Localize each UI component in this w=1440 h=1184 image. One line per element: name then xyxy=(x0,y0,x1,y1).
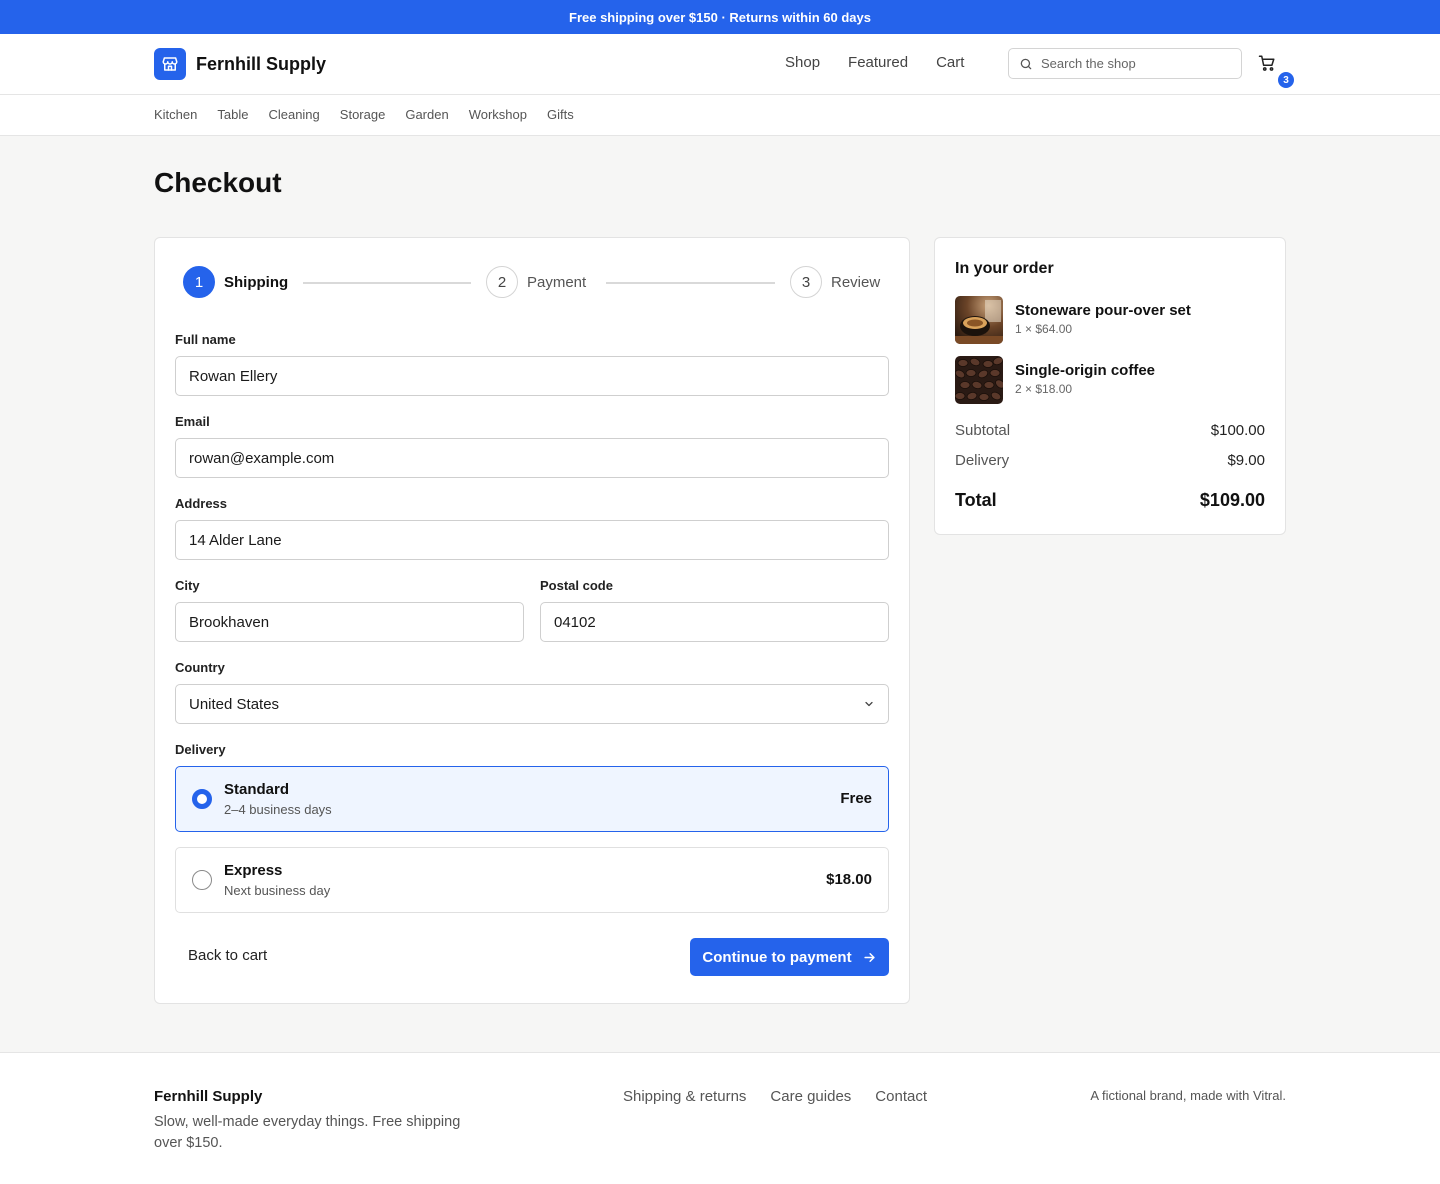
footer-note: A fictional brand, made with Vitral. xyxy=(1090,1088,1286,1103)
category-gifts[interactable]: Gifts xyxy=(547,107,574,122)
continue-to-payment-button[interactable]: Continue to payment xyxy=(690,938,889,976)
total-label: Total xyxy=(955,490,997,510)
stepper-connector xyxy=(303,282,471,284)
country-value: United States xyxy=(189,695,280,713)
category-table[interactable]: Table xyxy=(217,107,248,122)
site-header: Fernhill Supply Shop Featured Cart 3 xyxy=(0,34,1440,95)
delivery-cost-value: $9.00 xyxy=(1227,452,1265,469)
search-icon xyxy=(1020,58,1032,69)
delivery-cost-label: Delivery xyxy=(955,452,1010,469)
step-number: 2 xyxy=(486,266,518,298)
product-thumbnail xyxy=(955,296,1003,344)
site-footer: Fernhill Supply Slow, well-made everyday… xyxy=(0,1052,1440,1184)
postal-code-input[interactable] xyxy=(554,613,875,631)
footer-link-contact[interactable]: Contact xyxy=(875,1088,927,1105)
category-storage[interactable]: Storage xyxy=(340,107,386,122)
step-label: Review xyxy=(831,273,881,291)
checkout-stepper: 1 Shipping 2 Payment 3 Review xyxy=(183,266,883,298)
total-value: $109.00 xyxy=(1199,490,1265,510)
brand-link[interactable]: Fernhill Supply xyxy=(154,48,326,80)
city-input[interactable] xyxy=(189,613,510,631)
product-thumbnail xyxy=(955,356,1003,404)
checkout-form: 1 Shipping 2 Payment 3 Review Full name … xyxy=(154,237,910,1004)
delivery-label: Delivery xyxy=(175,742,226,757)
delivery-row: Delivery $9.00 xyxy=(955,452,1265,469)
postal-code-label: Postal code xyxy=(540,578,613,593)
order-item: Single-origin coffee 2 × $18.00 xyxy=(955,356,1265,404)
full-name-field xyxy=(175,356,889,396)
footer-link-shipping[interactable]: Shipping & returns xyxy=(623,1088,746,1105)
city-field xyxy=(175,602,524,642)
cart-count-badge: 3 xyxy=(1278,72,1294,88)
nav-cart[interactable]: Cart xyxy=(936,54,964,71)
postal-code-field xyxy=(540,602,889,642)
address-field xyxy=(175,520,889,560)
step-review: 3 Review xyxy=(790,266,880,298)
radio-selected[interactable] xyxy=(192,789,212,809)
chevron-down-icon xyxy=(865,701,873,707)
city-label: City xyxy=(175,578,200,593)
option-price: $18.00 xyxy=(826,871,872,888)
promo-text: Free shipping over $150 · Returns within… xyxy=(569,9,871,25)
cart-icon xyxy=(1258,55,1275,71)
option-title: Standard xyxy=(224,781,290,798)
step-number: 1 xyxy=(183,266,215,298)
order-summary: In your order Stoneware pour-over set 1 … xyxy=(934,237,1286,535)
category-workshop[interactable]: Workshop xyxy=(469,107,527,122)
search-box xyxy=(1008,48,1242,79)
main-nav: Shop Featured Cart xyxy=(785,54,964,71)
order-item: Stoneware pour-over set 1 × $64.00 xyxy=(955,296,1265,344)
item-name: Single-origin coffee xyxy=(1015,362,1156,379)
nav-shop[interactable]: Shop xyxy=(785,54,820,71)
subtotal-row: Subtotal $100.00 xyxy=(955,422,1265,439)
option-subtitle: Next business day xyxy=(224,883,331,898)
category-cleaning[interactable]: Cleaning xyxy=(268,107,319,122)
page-title: Checkout xyxy=(154,167,282,198)
subtotal-label: Subtotal xyxy=(955,422,1011,439)
country-select[interactable]: United States xyxy=(175,684,889,724)
promo-banner: Free shipping over $150 · Returns within… xyxy=(0,0,1440,34)
email-input[interactable] xyxy=(189,449,875,467)
step-payment: 2 Payment xyxy=(486,266,586,298)
item-quantity-price: 1 × $64.00 xyxy=(1015,322,1073,336)
address-input[interactable] xyxy=(189,531,875,549)
total-row: Total $109.00 xyxy=(955,490,1265,511)
address-label: Address xyxy=(175,496,228,511)
search-input[interactable] xyxy=(1041,56,1221,71)
footer-brand: Fernhill Supply xyxy=(154,1088,263,1105)
step-label: Payment xyxy=(527,273,587,291)
item-quantity-price: 2 × $18.00 xyxy=(1015,382,1073,396)
footer-links: Shipping & returns Care guides Contact xyxy=(623,1088,927,1105)
option-price: Free xyxy=(840,790,872,807)
storefront-icon xyxy=(154,48,186,80)
footer-link-care-guides[interactable]: Care guides xyxy=(770,1088,851,1105)
radio-unselected[interactable] xyxy=(192,870,212,890)
summary-title: In your order xyxy=(955,260,1054,277)
email-label: Email xyxy=(175,414,210,429)
brand-name: Fernhill Supply xyxy=(196,53,327,74)
full-name-input[interactable] xyxy=(189,367,875,385)
delivery-option-standard[interactable]: Standard 2–4 business days Free xyxy=(175,766,889,832)
back-to-cart-button[interactable]: Back to cart xyxy=(188,947,267,964)
subtotal-value: $100.00 xyxy=(1210,422,1265,439)
step-number: 3 xyxy=(790,266,822,298)
footer-tagline: Slow, well-made everyday things. Free sh… xyxy=(154,1114,461,1151)
full-name-label: Full name xyxy=(175,332,236,347)
option-subtitle: 2–4 business days xyxy=(224,802,332,817)
item-name: Stoneware pour-over set xyxy=(1015,302,1191,319)
continue-label: Continue to payment xyxy=(702,948,852,966)
category-garden[interactable]: Garden xyxy=(405,107,448,122)
step-shipping: 1 Shipping xyxy=(183,266,288,298)
stepper-connector xyxy=(606,282,775,284)
nav-featured[interactable]: Featured xyxy=(848,54,908,71)
country-label: Country xyxy=(175,660,225,675)
email-field xyxy=(175,438,889,478)
step-label: Shipping xyxy=(224,273,289,291)
category-nav: Kitchen Table Cleaning Storage Garden Wo… xyxy=(0,95,1440,136)
delivery-option-express[interactable]: Express Next business day $18.00 xyxy=(175,847,889,913)
cart-button[interactable] xyxy=(1258,54,1278,74)
category-kitchen[interactable]: Kitchen xyxy=(154,107,197,122)
option-title: Express xyxy=(224,862,283,879)
arrow-right-icon xyxy=(863,952,875,962)
